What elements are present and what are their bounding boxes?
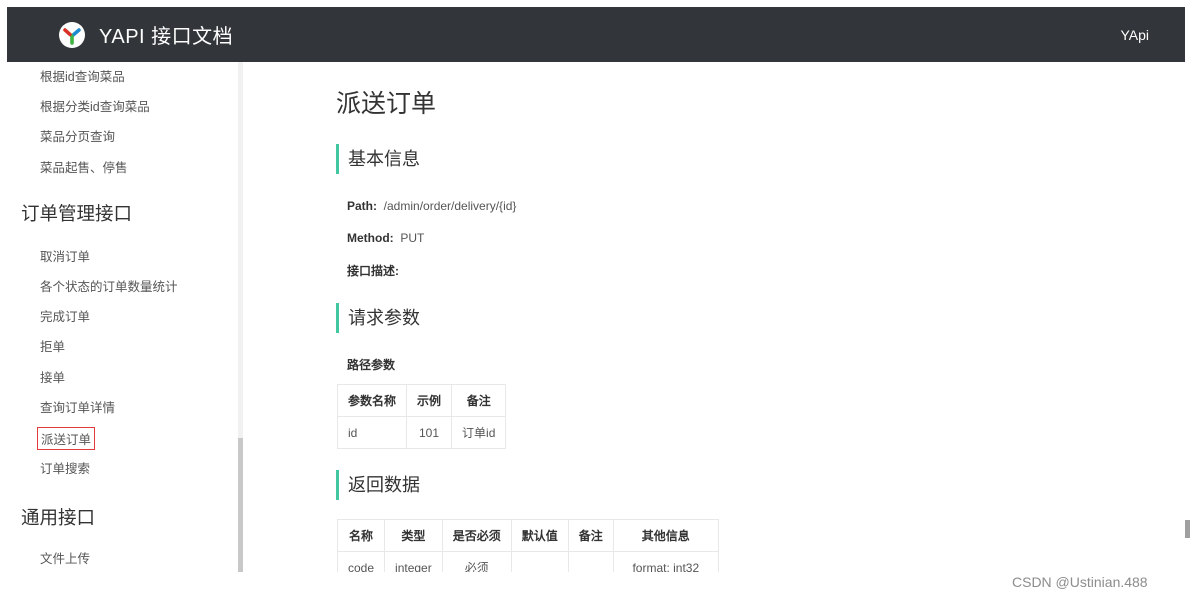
table-header-cell: 备注 — [451, 384, 507, 417]
table-header-row: 名称 类型 是否必须 默认值 备注 其他信息 — [336, 519, 719, 552]
sidebar-item-delivery-order[interactable]: 派送订单 — [37, 427, 96, 450]
sidebar-group-order[interactable]: 订单管理接口 — [21, 200, 132, 226]
main-content: 派送订单 基本信息 Path: /admin/order/delivery/{i… — [250, 62, 1180, 572]
yapi-logo-icon — [59, 21, 85, 48]
table-cell: 订单id — [451, 416, 507, 449]
table-row: code integer 必须 format: int32 — [336, 551, 719, 572]
path-params-table: 参数名称 示例 备注 id 101 订单id — [336, 384, 507, 449]
table-cell: integer — [384, 551, 443, 572]
table-header-cell: 类型 — [384, 519, 443, 552]
sidebar: 根据id查询菜品 根据分类id查询菜品 菜品分页查询 菜品起售、停售 订单管理接… — [7, 62, 243, 572]
path-params-label: 路径参数 — [347, 358, 396, 372]
method-label: Method: — [347, 231, 394, 245]
sidebar-item-file-upload[interactable]: 文件上传 — [40, 548, 90, 567]
sidebar-item-order-search[interactable]: 订单搜索 — [40, 458, 90, 477]
method-field: Method: PUT — [347, 231, 424, 245]
table-cell: 必须 — [441, 551, 512, 572]
watermark: CSDN @Ustinian.488 — [1012, 574, 1148, 590]
table-header-cell: 默认值 — [510, 519, 569, 552]
description-label: 接口描述: — [347, 264, 399, 278]
page-scrollbar-thumb[interactable] — [1185, 520, 1190, 538]
path-label: Path: — [347, 199, 377, 213]
table-header-cell: 示例 — [406, 384, 453, 417]
table-header-cell: 名称 — [336, 519, 386, 552]
table-header-cell: 备注 — [567, 519, 614, 552]
table-header-row: 参数名称 示例 备注 — [336, 384, 507, 417]
sidebar-item-dish-page[interactable]: 菜品分页查询 — [40, 126, 115, 145]
sidebar-scrollbar-thumb[interactable] — [238, 438, 243, 572]
page-title: 派送订单 — [336, 90, 437, 118]
section-basic-info: 基本信息 — [336, 144, 420, 174]
table-row: id 101 订单id — [336, 416, 507, 449]
section-request-params: 请求参数 — [336, 303, 420, 333]
brand[interactable]: YAPI 接口文档 — [7, 20, 233, 49]
sidebar-item-complete-order[interactable]: 完成订单 — [40, 306, 90, 325]
top-navbar: YAPI 接口文档 YApi — [7, 7, 1185, 62]
sidebar-item-dish-status[interactable]: 菜品起售、停售 — [40, 157, 128, 176]
description-field: 接口描述: — [347, 262, 399, 279]
sidebar-item-accept-order[interactable]: 接单 — [40, 367, 65, 386]
path-field: Path: /admin/order/delivery/{id} — [347, 199, 516, 213]
app-title: YAPI 接口文档 — [99, 26, 234, 48]
sidebar-item-reject-order[interactable]: 拒单 — [40, 336, 65, 355]
response-table: 名称 类型 是否必须 默认值 备注 其他信息 code integer 必须 f… — [336, 519, 719, 572]
yapi-link[interactable]: YApi — [1120, 27, 1149, 43]
sidebar-item-dish-by-category[interactable]: 根据分类id查询菜品 — [40, 96, 150, 115]
table-cell — [510, 551, 569, 572]
table-cell — [567, 551, 614, 572]
table-cell: 101 — [406, 416, 453, 449]
sidebar-item-order-statistics[interactable]: 各个状态的订单数量统计 — [40, 276, 178, 295]
sidebar-item-dish-by-id[interactable]: 根据id查询菜品 — [40, 66, 125, 85]
sidebar-group-common[interactable]: 通用接口 — [21, 504, 95, 530]
sidebar-item-cancel-order[interactable]: 取消订单 — [40, 246, 90, 265]
table-cell: id — [336, 416, 408, 449]
table-cell: format: int32 — [612, 551, 719, 572]
path-value: /admin/order/delivery/{id} — [383, 199, 517, 213]
table-header-cell: 是否必须 — [441, 519, 512, 552]
table-header-cell: 参数名称 — [336, 384, 408, 417]
sidebar-item-order-detail[interactable]: 查询订单详情 — [40, 397, 115, 416]
table-cell: code — [336, 551, 386, 572]
table-header-cell: 其他信息 — [612, 519, 719, 552]
method-value: PUT — [400, 231, 425, 245]
section-response-data: 返回数据 — [336, 470, 420, 500]
